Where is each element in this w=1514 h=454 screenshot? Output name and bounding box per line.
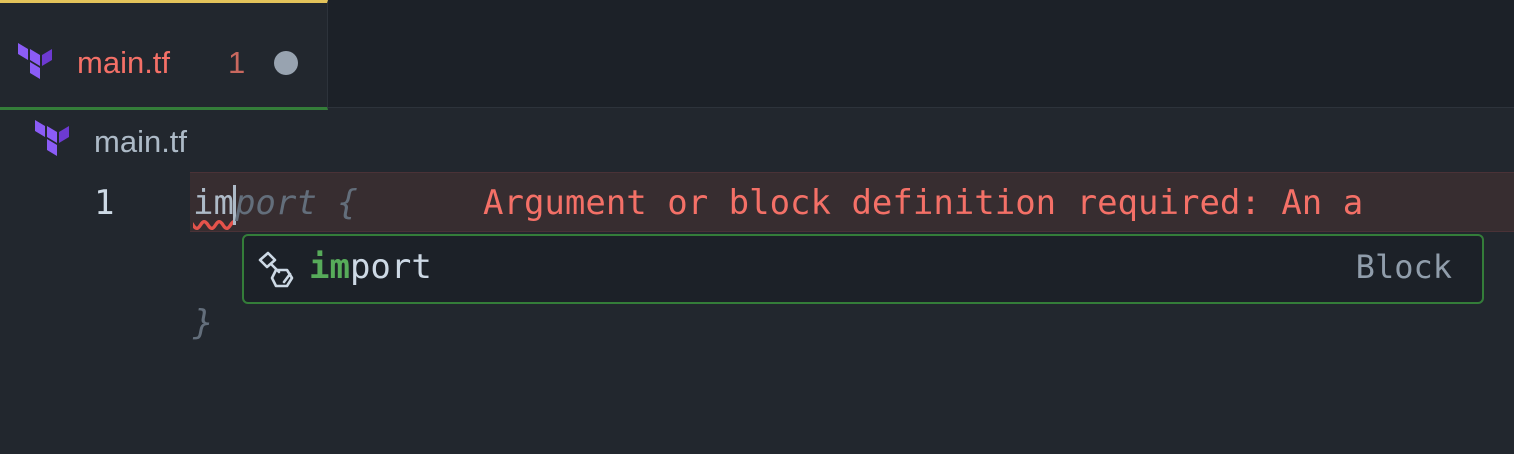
inline-diagnostic: Argument or block definition required: A… — [483, 183, 1364, 223]
breadcrumb-file[interactable]: main.tf — [94, 122, 187, 162]
snippet-icon — [258, 251, 294, 288]
terraform-icon — [18, 43, 52, 79]
breadcrumb — [0, 110, 1514, 172]
problem-count: 1 — [228, 45, 246, 80]
suggestion-item-import[interactable]: import Block — [242, 234, 1484, 304]
suggestion-kind: Block — [1355, 248, 1452, 286]
suggestion-rest: port — [349, 247, 432, 287]
tab-main-tf[interactable]: main.tf 1 — [0, 0, 328, 110]
closing-brace: } — [193, 303, 214, 343]
ghost-text: port { — [234, 183, 358, 223]
suggestion-label: import — [309, 245, 432, 289]
unsaved-dot-icon[interactable] — [274, 51, 298, 75]
code-line-1[interactable]: import { — [193, 181, 358, 225]
suggestion-match: im — [309, 247, 350, 287]
terraform-icon — [35, 120, 69, 156]
line-number: 1 — [94, 183, 115, 223]
typed-text: im — [193, 183, 234, 223]
tab-label: main.tf — [77, 45, 171, 80]
